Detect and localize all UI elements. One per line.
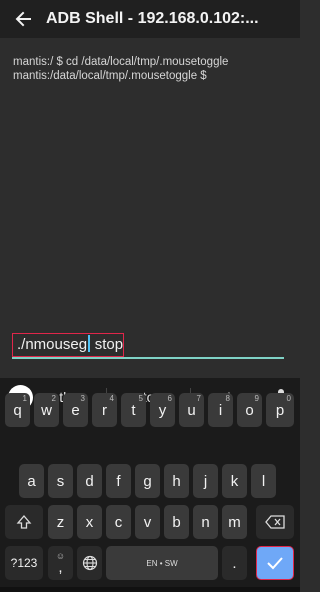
key-label: u: [187, 401, 196, 419]
key-s[interactable]: s: [48, 464, 73, 498]
key-label: i: [218, 401, 223, 419]
key-m[interactable]: m: [222, 505, 247, 539]
key-a[interactable]: a: [19, 464, 44, 498]
key-g[interactable]: g: [135, 464, 160, 498]
command-text-before-cursor: ./nmouseg: [17, 336, 88, 353]
command-text: ./nmouseg stop: [17, 335, 123, 353]
navigation-bar: [0, 587, 300, 592]
comma-key[interactable]: ☺ ,: [48, 546, 73, 580]
backspace-key[interactable]: [256, 505, 294, 539]
space-bar[interactable]: EN • SW: [106, 546, 218, 580]
key-x[interactable]: x: [77, 505, 102, 539]
key-hint: 1: [22, 394, 27, 403]
key-l[interactable]: l: [251, 464, 276, 498]
shift-icon: [16, 515, 32, 529]
language-key[interactable]: [77, 546, 102, 580]
app-bar: ADB Shell - 192.168.0.102:...: [0, 0, 300, 38]
text-cursor: [88, 335, 90, 352]
key-j[interactable]: j: [193, 464, 218, 498]
key-label: y: [158, 401, 167, 419]
key-label: t: [131, 401, 136, 419]
key-hint: 8: [225, 394, 230, 403]
key-label: r: [102, 401, 107, 419]
key-f[interactable]: f: [106, 464, 131, 498]
key-t[interactable]: t5: [121, 393, 146, 427]
command-input[interactable]: ./nmouseg stop: [12, 333, 284, 359]
key-b[interactable]: b: [164, 505, 189, 539]
key-d[interactable]: d: [77, 464, 102, 498]
command-text-after-cursor: stop: [90, 336, 124, 353]
period-key[interactable]: .: [222, 546, 247, 580]
terminal-line: mantis:/ $ cd /data/local/tmp/.mousetogg…: [13, 56, 229, 68]
key-hint: 2: [51, 394, 56, 403]
key-z[interactable]: z: [48, 505, 73, 539]
checkmark-icon: [267, 557, 283, 570]
enter-key[interactable]: [256, 546, 294, 580]
key-p[interactable]: p0: [266, 393, 294, 427]
input-underline: [12, 357, 284, 359]
key-hint: 9: [254, 394, 259, 403]
symbols-key[interactable]: ?123: [5, 546, 43, 580]
key-hint: 7: [196, 394, 201, 403]
key-label: o: [245, 401, 254, 419]
key-n[interactable]: n: [193, 505, 218, 539]
key-r[interactable]: r4: [92, 393, 117, 427]
key-hint: 5: [138, 394, 143, 403]
shift-key[interactable]: [5, 505, 43, 539]
key-h[interactable]: h: [164, 464, 189, 498]
key-label: e: [71, 401, 80, 419]
key-hint: 4: [109, 394, 114, 403]
key-hint: 6: [167, 394, 172, 403]
window-title: ADB Shell - 192.168.0.102:...: [46, 10, 259, 27]
key-w[interactable]: w2: [34, 393, 59, 427]
key-c[interactable]: c: [106, 505, 131, 539]
soft-keyboard: the stop I q1 w2 e3 r4 t5 y6 u7 i8 o9 p0…: [0, 378, 300, 592]
key-v[interactable]: v: [135, 505, 160, 539]
key-q[interactable]: q1: [5, 393, 30, 427]
key-label: p: [275, 401, 285, 419]
comma-label: ,: [58, 558, 63, 576]
globe-icon: [82, 555, 97, 571]
key-i[interactable]: i8: [208, 393, 233, 427]
key-hint: 3: [80, 394, 85, 403]
key-hint: 0: [286, 394, 291, 403]
back-arrow-icon: [15, 11, 31, 27]
key-label: q: [13, 401, 22, 419]
back-button[interactable]: [0, 0, 46, 38]
key-label: w: [41, 401, 52, 419]
terminal-line: mantis:/data/local/tmp/.mousetoggle $: [13, 70, 207, 82]
key-y[interactable]: y6: [150, 393, 175, 427]
key-u[interactable]: u7: [179, 393, 204, 427]
backspace-icon: [265, 515, 285, 529]
key-e[interactable]: e3: [63, 393, 88, 427]
terminal-output: mantis:/ $ cd /data/local/tmp/.mousetogg…: [0, 38, 300, 336]
key-k[interactable]: k: [222, 464, 247, 498]
key-o[interactable]: o9: [237, 393, 262, 427]
